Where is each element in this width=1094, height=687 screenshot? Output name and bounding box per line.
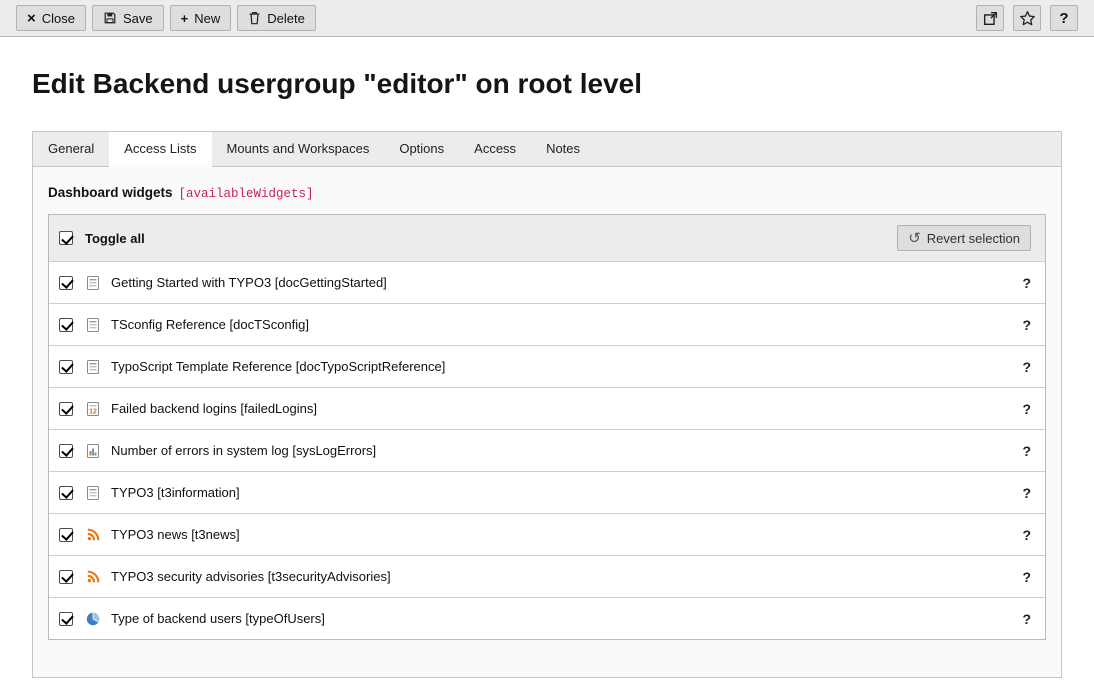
row-checkbox[interactable] [59, 444, 73, 458]
module-body: Edit Backend usergroup "editor" on root … [0, 67, 1094, 678]
row-checkbox[interactable] [59, 612, 73, 626]
tab-notes[interactable]: Notes [531, 132, 595, 166]
tab-mounts-and-workspaces[interactable]: Mounts and Workspaces [212, 132, 385, 166]
widget-label[interactable]: Type of backend users [typeOfUsers] [111, 611, 325, 626]
delete-icon [248, 11, 261, 25]
section-title: Dashboard widgets [48, 185, 173, 200]
table-row: Type of backend users [typeOfUsers] ? [49, 597, 1045, 639]
widgets-table: Toggle all ↺ Revert selection Getting St… [48, 214, 1046, 640]
close-button-label: Close [42, 11, 75, 26]
row-help-icon[interactable]: ? [1022, 485, 1031, 501]
table-row: TYPO3 news [t3news] ? [49, 513, 1045, 555]
row-checkbox[interactable] [59, 402, 73, 416]
row-help-icon[interactable]: ? [1022, 359, 1031, 375]
open-in-new-window-icon [983, 11, 998, 26]
toggle-all-label[interactable]: Toggle all [85, 231, 145, 246]
widget-label[interactable]: Number of errors in system log [sysLogEr… [111, 443, 376, 458]
table-row: TYPO3 security advisories [t3securityAdv… [49, 555, 1045, 597]
widget-label[interactable]: Getting Started with TYPO3 [docGettingSt… [111, 275, 387, 290]
row-checkbox[interactable] [59, 360, 73, 374]
row-checkbox[interactable] [59, 276, 73, 290]
widgets-list: Getting Started with TYPO3 [docGettingSt… [49, 261, 1045, 639]
section-code: [availableWidgets] [179, 187, 314, 201]
widget-label[interactable]: TYPO3 news [t3news] [111, 527, 240, 542]
tab-access-lists[interactable]: Access Lists [109, 132, 211, 167]
tab-bar: GeneralAccess ListsMounts and Workspaces… [33, 132, 1061, 167]
question-icon: ? [1059, 11, 1068, 26]
document-icon [85, 317, 101, 333]
table-row: Getting Started with TYPO3 [docGettingSt… [49, 261, 1045, 303]
number-widget-icon: 12 [85, 401, 101, 417]
row-help-icon[interactable]: ? [1022, 401, 1031, 417]
close-button[interactable]: × Close [16, 5, 86, 31]
row-help-icon[interactable]: ? [1022, 317, 1031, 333]
close-icon: × [27, 11, 36, 26]
row-help-icon[interactable]: ? [1022, 569, 1031, 585]
row-checkbox[interactable] [59, 528, 73, 542]
row-checkbox[interactable] [59, 570, 73, 584]
document-icon [85, 359, 101, 375]
table-row: TypoScript Template Reference [docTypoSc… [49, 345, 1045, 387]
save-button-label: Save [123, 11, 153, 26]
widget-label[interactable]: TYPO3 [t3information] [111, 485, 240, 500]
row-help-icon[interactable]: ? [1022, 611, 1031, 627]
tab-container: GeneralAccess ListsMounts and Workspaces… [32, 131, 1062, 678]
document-icon [85, 485, 101, 501]
widget-label[interactable]: TYPO3 security advisories [t3securityAdv… [111, 569, 391, 584]
tab-options[interactable]: Options [384, 132, 459, 166]
new-icon: + [181, 12, 189, 25]
tab-panel-access-lists: Dashboard widgets [availableWidgets] Togg… [33, 167, 1061, 677]
row-checkbox[interactable] [59, 318, 73, 332]
tab-general[interactable]: General [33, 132, 109, 166]
widget-label[interactable]: TypoScript Template Reference [docTypoSc… [111, 359, 445, 374]
row-checkbox[interactable] [59, 486, 73, 500]
toolbar-left: × Close Save + New Delete [16, 5, 316, 31]
table-row: TSconfig Reference [docTSconfig] ? [49, 303, 1045, 345]
toggle-all-checkbox[interactable] [59, 231, 73, 245]
help-button[interactable]: ? [1050, 5, 1078, 31]
star-icon [1019, 10, 1036, 27]
page-title: Edit Backend usergroup "editor" on root … [32, 67, 1062, 101]
rss-icon [85, 527, 101, 543]
bookmark-button[interactable] [1013, 5, 1041, 31]
table-row: TYPO3 [t3information] ? [49, 471, 1045, 513]
save-icon [103, 11, 117, 25]
widget-label[interactable]: Failed backend logins [failedLogins] [111, 401, 317, 416]
tab-access[interactable]: Access [459, 132, 531, 166]
row-help-icon[interactable]: ? [1022, 527, 1031, 543]
row-help-icon[interactable]: ? [1022, 443, 1031, 459]
section-header: Dashboard widgets [availableWidgets] [48, 184, 1046, 202]
row-help-icon[interactable]: ? [1022, 275, 1031, 291]
document-icon [85, 275, 101, 291]
new-button[interactable]: + New [170, 5, 232, 31]
revert-selection-label: Revert selection [927, 231, 1020, 246]
open-in-new-window-button[interactable] [976, 5, 1004, 31]
pie-chart-icon [85, 611, 101, 627]
rss-icon [85, 569, 101, 585]
revert-selection-button[interactable]: ↺ Revert selection [897, 225, 1031, 251]
widgets-table-header: Toggle all ↺ Revert selection [49, 215, 1045, 261]
toolbar-right: ? [976, 5, 1078, 31]
table-row: 12 Failed backend logins [failedLogins] … [49, 387, 1045, 429]
save-button[interactable]: Save [92, 5, 164, 31]
revert-icon: ↺ [908, 231, 921, 246]
doc-header-toolbar: × Close Save + New Delete ? [0, 0, 1094, 37]
delete-button-label: Delete [267, 11, 305, 26]
bar-chart-icon [85, 443, 101, 459]
new-button-label: New [194, 11, 220, 26]
delete-button[interactable]: Delete [237, 5, 316, 31]
table-row: Number of errors in system log [sysLogEr… [49, 429, 1045, 471]
widget-label[interactable]: TSconfig Reference [docTSconfig] [111, 317, 309, 332]
svg-text:12: 12 [89, 408, 97, 415]
